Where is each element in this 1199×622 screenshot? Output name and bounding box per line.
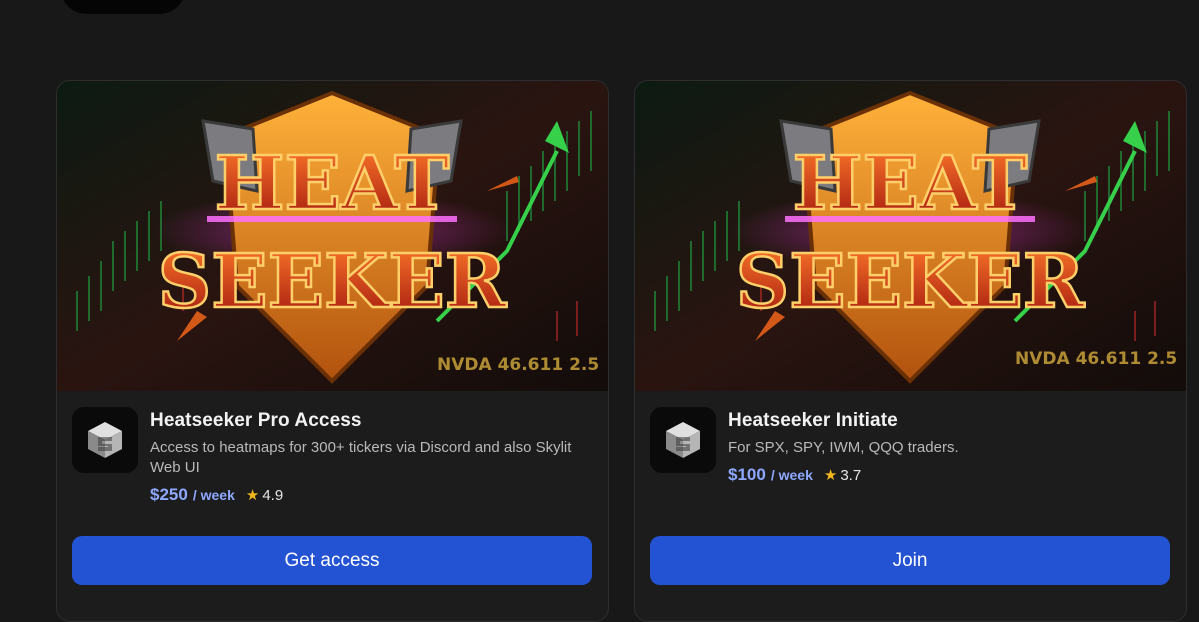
banner-heat-text: HEAT bbox=[215, 141, 450, 227]
product-logo-icon bbox=[72, 407, 138, 473]
get-access-button[interactable]: Get access bbox=[72, 536, 592, 585]
product-title: Heatseeker Initiate bbox=[728, 410, 898, 431]
price-value: $250 bbox=[150, 485, 188, 504]
star-icon: ★ bbox=[245, 487, 260, 504]
banner-seeker-text: SEEKER bbox=[736, 239, 1085, 325]
banner-ticker-text: NVDA 46.611 2.5 bbox=[1015, 349, 1177, 369]
top-pill-button[interactable] bbox=[60, 0, 186, 14]
product-description: Access to heatmaps for 300+ tickers via … bbox=[150, 439, 572, 476]
rating-value: 3.7 bbox=[840, 467, 862, 484]
join-button[interactable]: Join bbox=[650, 536, 1170, 585]
price-row: $100 / week ★ 3.7 bbox=[728, 465, 861, 485]
product-description: For SPX, SPY, IWM, QQQ traders. bbox=[728, 439, 959, 456]
banner-heat-text: HEAT bbox=[793, 141, 1028, 227]
product-banner-image: HEAT SEEKER NVDA 46.611 2.5 bbox=[57, 81, 608, 391]
price-period: / week bbox=[192, 487, 235, 503]
price-row: $250 / week ★ 4.9 bbox=[150, 485, 283, 505]
star-icon: ★ bbox=[823, 467, 838, 484]
product-card-pro-access[interactable]: HEAT SEEKER NVDA 46.611 2.5 Heatseeker P… bbox=[56, 80, 609, 622]
product-banner-image: HEAT SEEKER NVDA 46.611 2.5 bbox=[635, 81, 1186, 391]
rating-value: 4.9 bbox=[262, 487, 284, 504]
banner-ticker-text: NVDA 46.611 2.5 bbox=[437, 355, 599, 375]
price-value: $100 bbox=[728, 465, 766, 484]
product-card-initiate[interactable]: HEAT SEEKER NVDA 46.611 2.5 Heatseeker I… bbox=[634, 80, 1187, 622]
banner-seeker-text: SEEKER bbox=[158, 239, 507, 325]
product-logo-icon bbox=[650, 407, 716, 473]
product-title: Heatseeker Pro Access bbox=[150, 410, 362, 431]
price-period: / week bbox=[770, 467, 813, 483]
